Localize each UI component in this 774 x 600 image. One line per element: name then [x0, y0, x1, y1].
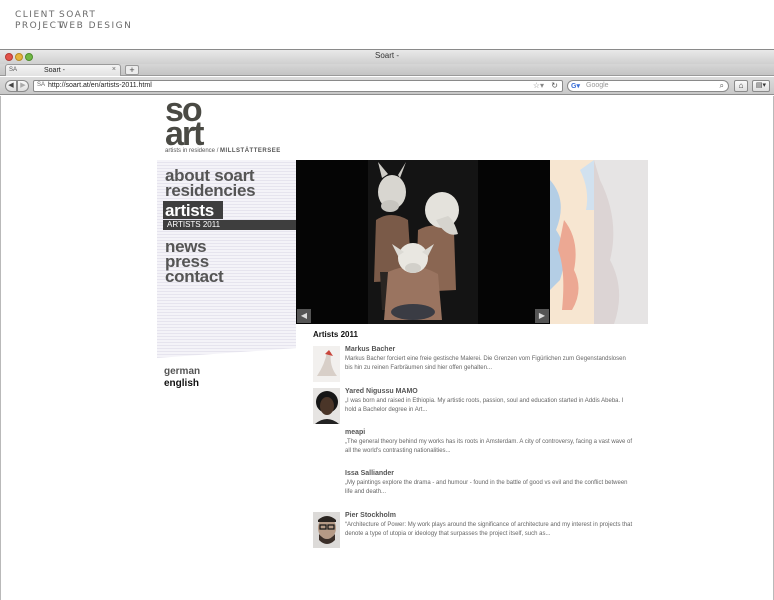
section-title: Artists 2011 [313, 330, 358, 339]
client-label: CLIENT [15, 10, 56, 20]
home-button[interactable]: ⌂ [734, 80, 748, 92]
artist-description: “Architecture of Power: My work plays ar… [345, 522, 633, 537]
artist-item[interactable]: Issa Salliander „My paintings explore th… [313, 470, 633, 506]
nav-residencies[interactable]: residencies [165, 182, 256, 199]
address-bar[interactable]: SA http://soart.at/en/artists-2011.html … [33, 80, 563, 92]
next-slide-preview[interactable] [550, 160, 648, 324]
bookmarks-menu-button[interactable]: ▤▾ [752, 80, 770, 92]
client-value: SOART [59, 10, 97, 20]
artist-item[interactable]: meapi „The general theory behind my work… [313, 429, 633, 465]
reload-icon[interactable]: ↻ [551, 81, 558, 90]
artist-thumbnail[interactable] [313, 388, 340, 424]
slideshow-next-button[interactable]: ▶ [535, 309, 549, 323]
artist-thumbnail[interactable] [313, 512, 340, 548]
artist-description: Markus Bacher forciert eine freie gestis… [345, 356, 626, 371]
soart-logo[interactable]: so art artists in residence / MILLSTÄTTE… [165, 93, 285, 154]
browser-window: Soart - SA Soart - × + ◀ ▶ SA http://soa… [0, 49, 774, 600]
masked-figures-photo [296, 160, 550, 324]
artist-item[interactable]: Markus Bacher Markus Bacher forciert ein… [313, 346, 633, 382]
artist-description: „My paintings explore the drama - and hu… [345, 480, 628, 495]
window-title: Soart - [374, 51, 399, 60]
new-tab-button[interactable]: + [125, 65, 139, 75]
back-button[interactable]: ◀ [5, 80, 17, 92]
slideshow-image[interactable] [296, 160, 550, 324]
forward-button[interactable]: ▶ [17, 80, 29, 92]
artist-name[interactable]: Markus Bacher [345, 346, 395, 353]
language-german[interactable]: german [164, 366, 200, 378]
site-icon: SA [37, 82, 46, 88]
artist-description: „I was born and raised in Ethiopia. My a… [345, 398, 624, 413]
nav-contact[interactable]: contact [165, 268, 224, 285]
tagline-text: artists in residence / [165, 148, 219, 154]
project-label: PROJECT [15, 21, 65, 31]
browser-tab[interactable]: SA Soart - × [5, 64, 121, 76]
tab-close-icon[interactable]: × [112, 66, 116, 73]
navigation-toolbar: ◀ ▶ SA http://soart.at/en/artists-2011.h… [0, 77, 774, 95]
artist-name[interactable]: meapi [345, 429, 365, 436]
artist-thumbnail[interactable] [313, 346, 340, 382]
artist-item[interactable]: Yared Nigussu MAMO „I was born and raise… [313, 388, 633, 424]
artist-name[interactable]: Issa Salliander [345, 470, 394, 477]
subnav-artists-2011[interactable]: ARTISTS 2011 [167, 220, 220, 230]
artist-name[interactable]: Yared Nigussu MAMO [345, 388, 418, 395]
tab-bar: SA Soart - × + [0, 64, 774, 76]
logo-tagline: artists in residence / MILLSTÄTTERSEE [165, 148, 285, 154]
bookmark-star-icon[interactable]: ☆▾ [533, 81, 544, 90]
tab-label: Soart - [44, 67, 66, 74]
search-bar[interactable]: G▾ Google ⌕ [567, 80, 729, 92]
page-viewport: so art artists in residence / MILLSTÄTTE… [0, 93, 774, 600]
artist-item[interactable]: Pier Stockholm “Architecture of Power: M… [313, 512, 633, 548]
project-caption: CLIENT SOART PROJECT WEB DESIGN [15, 10, 132, 32]
artist-description: „The general theory behind my works has … [345, 439, 633, 454]
search-placeholder: Google [586, 82, 609, 89]
artist-name[interactable]: Pier Stockholm [345, 512, 396, 519]
google-icon[interactable]: G▾ [571, 82, 580, 90]
search-icon[interactable]: ⌕ [720, 81, 724, 91]
painting-preview [550, 160, 648, 324]
tagline-location: MILLSTÄTTERSEE [220, 148, 281, 154]
nav-artists[interactable]: artists [165, 202, 214, 219]
favicon-icon: SA [9, 67, 18, 73]
logo-line-art: art [165, 115, 204, 153]
project-value: WEB DESIGN [59, 21, 133, 31]
title-bar: Soart - [0, 50, 774, 64]
slideshow-previous-button[interactable]: ◀ [297, 309, 311, 323]
language-english[interactable]: english [164, 378, 199, 390]
url-text: http://soart.at/en/artists-2011.html [48, 82, 152, 89]
